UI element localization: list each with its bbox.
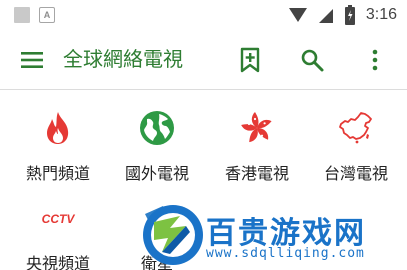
category-hot-channels[interactable]: 熱門頻道 [8,90,108,183]
category-label: 央視頻道 [25,254,90,270]
bauhinia-icon [241,112,272,143]
watermark-url: www.sdqlliqing.com [206,246,365,261]
app-toolbar: 全球網絡電視 [0,30,407,88]
china-map-icon [339,112,372,144]
fire-icon [47,112,69,144]
svg-text:CCTV: CCTV [42,212,76,226]
page-title: 全球網絡電視 [63,47,183,71]
signal-icon [288,8,307,22]
category-taiwan-tv[interactable]: 台灣電視 [306,90,406,183]
category-hong-kong-tv[interactable]: 香港電視 [207,90,307,183]
category-foreign-tv[interactable]: 國外電視 [107,90,207,183]
watermark-overlay: 百贵游戏网 www.sdqlliqing.com [140,200,407,270]
bookmark-add-icon[interactable] [237,47,263,73]
globe-icon [140,111,174,145]
category-cctv-channels[interactable]: CCTV 央視頻道 [8,180,108,270]
cctv-logo-icon: CCTV [42,212,76,226]
notification-square-icon [14,7,30,23]
more-vert-icon[interactable] [362,47,388,73]
status-time: 3:16 [365,6,397,23]
category-label: 香港電視 [224,164,289,183]
watermark-logo [143,205,203,265]
status-icons: 3:16 [288,4,397,26]
notification-a-icon: A [39,7,55,23]
battery-icon [344,5,355,25]
search-icon[interactable] [299,47,325,73]
category-label: 台灣電視 [323,164,388,183]
wifi-icon [318,9,333,23]
menu-icon[interactable] [19,47,45,73]
status-bar: A 3:16 [0,0,407,30]
